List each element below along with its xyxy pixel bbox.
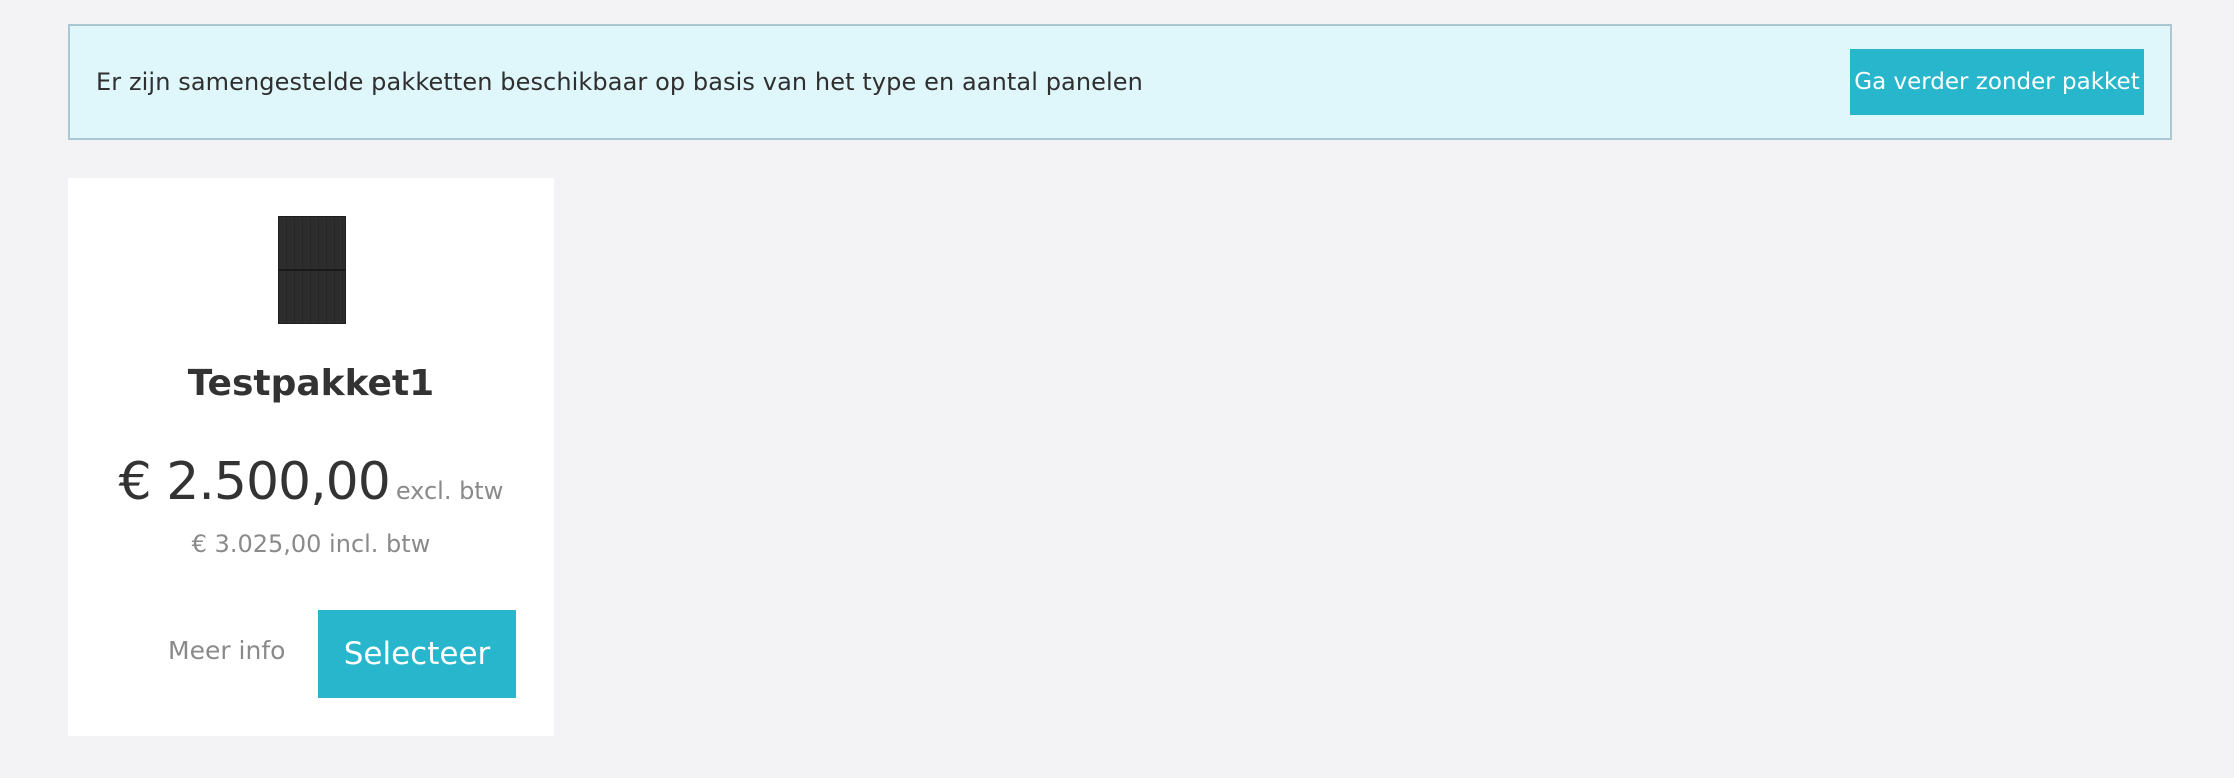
more-info-link[interactable]: Meer info — [168, 636, 285, 665]
price-incl: € 3.025,00 incl. btw — [191, 530, 431, 558]
banner-message: Er zijn samengestelde pakketten beschikb… — [96, 68, 1143, 96]
price-excl: € 2.500,00 — [118, 452, 391, 512]
package-card: Testpakket1 € 2.500,00 excl. btw € 3.025… — [68, 178, 554, 736]
price-excl-label: excl. btw — [395, 477, 504, 505]
price-excl-row: € 2.500,00 excl. btw — [68, 452, 554, 512]
info-banner: Er zijn samengestelde pakketten beschikb… — [68, 24, 2172, 140]
select-button[interactable]: Selecteer — [318, 610, 516, 698]
continue-without-package-button[interactable]: Ga verder zonder pakket — [1850, 49, 2144, 115]
solar-panel-icon — [278, 216, 346, 324]
package-title: Testpakket1 — [187, 363, 435, 404]
